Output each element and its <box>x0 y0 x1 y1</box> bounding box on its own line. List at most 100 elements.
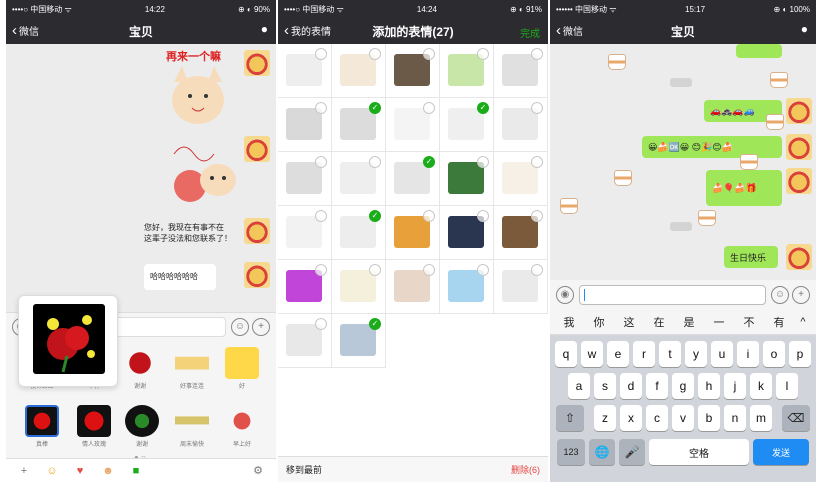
collapse-icon[interactable]: ^ <box>794 316 812 328</box>
checkbox-icon[interactable] <box>369 264 381 276</box>
sticker-item[interactable]: 好事连连 <box>166 347 218 390</box>
sticker-cell[interactable]: ✓ <box>386 152 440 206</box>
sticker-cell[interactable] <box>386 98 440 152</box>
checkbox-icon[interactable] <box>477 48 489 60</box>
profile-icon[interactable]: ● <box>261 22 268 36</box>
checkbox-icon[interactable] <box>315 48 327 60</box>
checkbox-icon[interactable]: ✓ <box>423 156 435 168</box>
sticker-cell[interactable] <box>494 44 548 98</box>
key-u[interactable]: u <box>711 341 733 367</box>
key-a[interactable]: a <box>568 373 590 399</box>
sticker-item[interactable]: 情人玫瑰 <box>68 405 120 448</box>
checkbox-icon[interactable]: ✓ <box>369 210 381 222</box>
send-key[interactable]: 发送 <box>753 439 809 465</box>
checkbox-icon[interactable] <box>315 210 327 222</box>
checkbox-icon[interactable] <box>423 210 435 222</box>
message-bubble[interactable] <box>736 44 782 58</box>
voice-icon[interactable]: ◉ <box>556 286 574 304</box>
sticker-cell[interactable] <box>278 206 332 260</box>
checkbox-icon[interactable] <box>531 156 543 168</box>
key-k[interactable]: k <box>750 373 772 399</box>
sticker-cell[interactable] <box>440 44 494 98</box>
sticker-cell[interactable] <box>278 152 332 206</box>
key-j[interactable]: j <box>724 373 746 399</box>
back-button[interactable]: ‹ 我的表情 <box>284 23 331 39</box>
sticker-cell[interactable] <box>332 260 386 314</box>
back-button[interactable]: ‹ 微信 <box>556 23 583 39</box>
plus-icon[interactable]: + <box>792 286 810 304</box>
checkbox-icon[interactable] <box>531 48 543 60</box>
key-l[interactable]: l <box>776 373 798 399</box>
message-input[interactable] <box>579 285 766 305</box>
green-sticker-icon[interactable]: ■ <box>122 459 150 482</box>
heart-icon[interactable]: ♥ <box>66 459 94 482</box>
sticker-cell[interactable] <box>440 206 494 260</box>
globe-icon[interactable]: 🌐 <box>589 439 615 465</box>
checkbox-icon[interactable] <box>315 318 327 330</box>
sticker-cell[interactable]: ✓ <box>440 98 494 152</box>
sticker-cell[interactable] <box>332 44 386 98</box>
message-bubble[interactable]: 😀🍰🆗😀 😊🎉😊🍰 <box>642 136 782 158</box>
message-bubble[interactable]: 哈哈哈哈哈哈 <box>144 264 216 290</box>
avatar[interactable] <box>786 134 812 160</box>
delete-key[interactable]: ⌫ <box>782 405 810 431</box>
checkbox-icon[interactable] <box>315 156 327 168</box>
plus-icon[interactable]: + <box>252 318 270 336</box>
key-p[interactable]: p <box>789 341 811 367</box>
checkbox-icon[interactable]: ✓ <box>369 318 381 330</box>
sticker-cell[interactable] <box>494 260 548 314</box>
delete-button[interactable]: 删除(6) <box>511 463 540 476</box>
key-z[interactable]: z <box>594 405 616 431</box>
candidate-item[interactable]: 有 <box>764 314 794 330</box>
sticker-cell[interactable] <box>278 98 332 152</box>
avatar[interactable] <box>244 262 270 288</box>
checkbox-icon[interactable] <box>531 264 543 276</box>
checkbox-icon[interactable] <box>315 102 327 114</box>
sticker-cell[interactable] <box>440 260 494 314</box>
sticker-cell[interactable] <box>494 98 548 152</box>
profile-icon[interactable]: ● <box>801 22 808 36</box>
sticker-cell[interactable] <box>332 152 386 206</box>
sticker-cell[interactable]: ✓ <box>332 206 386 260</box>
key-x[interactable]: x <box>620 405 642 431</box>
avatar[interactable] <box>786 244 812 270</box>
cat-yarn-sticker[interactable] <box>162 134 242 208</box>
key-n[interactable]: n <box>724 405 746 431</box>
sticker-cell[interactable] <box>494 152 548 206</box>
key-i[interactable]: i <box>737 341 759 367</box>
move-to-front-button[interactable]: 移到最前 <box>286 463 322 476</box>
smile-icon[interactable]: ☺ <box>38 459 66 482</box>
key-o[interactable]: o <box>763 341 785 367</box>
key-s[interactable]: s <box>594 373 616 399</box>
key-b[interactable]: b <box>698 405 720 431</box>
sticker-item[interactable]: 谢谢 <box>116 405 168 448</box>
sticker-item[interactable]: 真棒 <box>16 405 68 448</box>
sticker-cell[interactable] <box>386 206 440 260</box>
sticker-cell[interactable] <box>440 152 494 206</box>
message-bubble[interactable]: 生日快乐 <box>724 246 778 268</box>
key-g[interactable]: g <box>672 373 694 399</box>
emoji-icon[interactable]: ☺ <box>771 286 789 304</box>
avatar[interactable] <box>244 50 270 76</box>
sticker-cell[interactable] <box>494 206 548 260</box>
key-t[interactable]: t <box>659 341 681 367</box>
message-bubble[interactable]: 🍰🎈🍰🎁 <box>706 170 782 206</box>
sticker-item[interactable]: 早上好 <box>216 405 268 448</box>
key-y[interactable]: y <box>685 341 707 367</box>
checkbox-icon[interactable] <box>315 264 327 276</box>
checkbox-icon[interactable] <box>531 102 543 114</box>
checkbox-icon[interactable] <box>477 156 489 168</box>
sticker-item[interactable]: 谢谢 <box>114 347 166 390</box>
key-m[interactable]: m <box>750 405 772 431</box>
sticker-item[interactable]: 好 <box>216 347 268 390</box>
key-w[interactable]: w <box>581 341 603 367</box>
emoji-icon[interactable]: ☺ <box>231 318 249 336</box>
key-123[interactable]: 123 <box>557 439 585 465</box>
sticker-cell[interactable]: ✓ <box>332 98 386 152</box>
checkbox-icon[interactable] <box>477 264 489 276</box>
cat-icon[interactable]: ☻ <box>94 459 122 482</box>
checkbox-icon[interactable] <box>423 102 435 114</box>
key-q[interactable]: q <box>555 341 577 367</box>
candidate-item[interactable]: 不 <box>734 314 764 330</box>
checkbox-icon[interactable] <box>369 48 381 60</box>
